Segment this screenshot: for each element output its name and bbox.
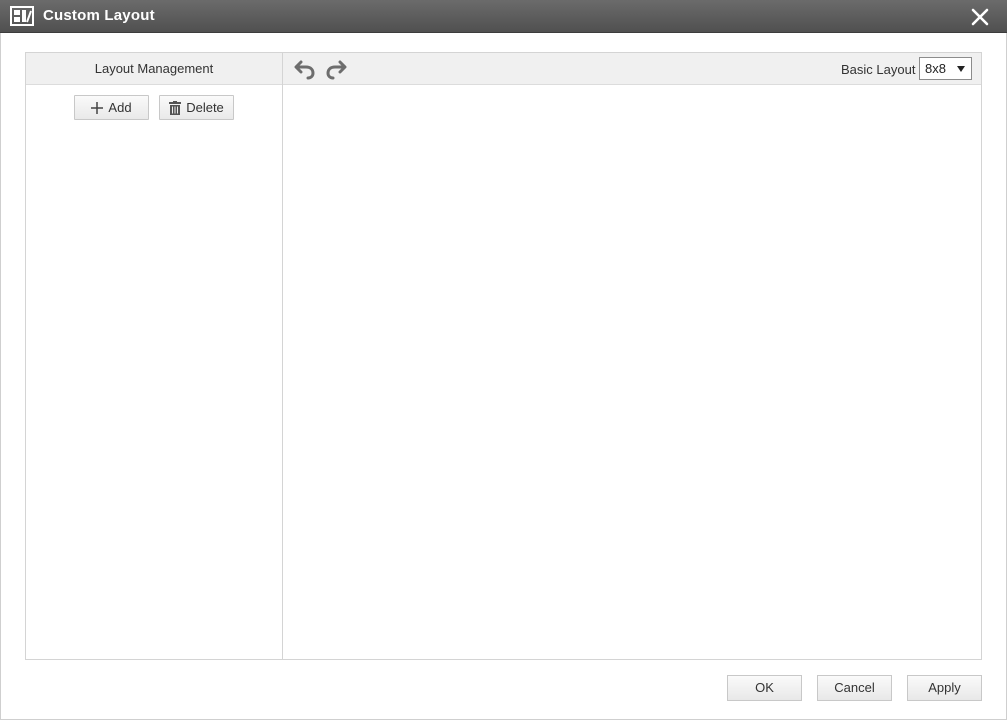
layout-management-panel: Layout Management Add Delete [26,53,283,659]
apply-button[interactable]: Apply [907,675,982,701]
undo-icon[interactable] [294,58,316,80]
cancel-button[interactable]: Cancel [817,675,892,701]
layout-management-header: Layout Management [26,53,282,85]
trash-icon [169,100,182,115]
close-icon[interactable] [970,7,990,27]
layout-editor-toolbar: Basic Layout 8x8 [283,53,981,85]
custom-layout-frame: Layout Management Add Delete Basic Layou… [25,52,982,660]
basic-layout-select[interactable]: 8x8 [919,57,972,80]
basic-layout-label: Basic Layout [841,62,916,77]
dropdown-arrow-icon [957,66,965,72]
add-label: Add [108,100,132,115]
add-button[interactable]: Add [74,95,149,120]
title-bar: Custom Layout [0,0,1007,33]
window-title: Custom Layout [43,7,155,24]
plus-icon [91,101,104,114]
delete-label: Delete [186,100,224,115]
redo-icon[interactable] [325,58,347,80]
ok-button[interactable]: OK [727,675,802,701]
basic-layout-value: 8x8 [925,61,946,76]
layout-editor-panel: Basic Layout 8x8 [283,53,981,659]
layout-grid-icon [10,6,34,26]
delete-button[interactable]: Delete [159,95,234,120]
